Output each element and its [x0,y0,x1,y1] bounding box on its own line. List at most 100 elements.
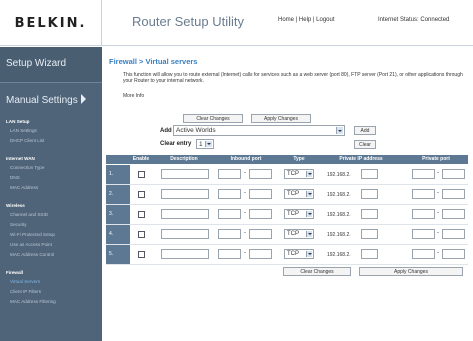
private-port-end-input[interactable] [442,249,465,259]
main-content: Firewall > Virtual servers This function… [103,47,473,341]
private-ip-prefix: 192.168.2. [327,252,351,258]
private-ip-input[interactable] [361,229,378,239]
more-info-link[interactable]: More Info [123,93,144,99]
row-number: 4. [106,225,130,244]
type-select[interactable]: TCP [284,209,314,219]
inbound-port-start-input[interactable] [218,189,241,199]
sidebar-item-wps[interactable]: Wi-Fi Protected Setup [0,230,102,240]
separator: - [437,210,439,216]
sidebar-item-mac-address-control[interactable]: MAC Address Control [0,250,102,260]
inbound-port-end-input[interactable] [249,189,272,199]
private-port-start-input[interactable] [412,249,435,259]
col-private-port: Private port [422,156,450,162]
col-description: Description [170,156,198,162]
private-port-end-input[interactable] [442,189,465,199]
chevron-down-icon [306,251,312,257]
manual-settings-link[interactable]: Manual Settings [0,84,102,116]
sidebar-item-security[interactable]: Security [0,220,102,230]
type-value: TCP [287,191,299,197]
home-link[interactable]: Home [278,17,294,23]
type-select[interactable]: TCP [284,249,314,259]
apply-changes-top-button[interactable]: Apply Changes [251,114,311,123]
sidebar: Setup Wizard Manual Settings LAN Setup L… [0,47,102,341]
inbound-port-end-input[interactable] [249,229,272,239]
chevron-down-icon [306,171,312,177]
description-input[interactable] [161,249,209,259]
description-input[interactable] [161,169,209,179]
enable-checkbox[interactable] [138,211,145,218]
table-row: 5. - TCP 192.168.2. - [106,245,468,265]
type-value: TCP [287,211,299,217]
enable-checkbox[interactable] [138,251,145,258]
private-ip-input[interactable] [361,169,378,179]
type-select[interactable]: TCP [284,229,314,239]
sidebar-item-lan-settings[interactable]: LAN Settings [0,126,102,136]
description-input[interactable] [161,209,209,219]
description-input[interactable] [161,229,209,239]
private-port-end-input[interactable] [442,169,465,179]
private-port-end-input[interactable] [442,229,465,239]
type-select[interactable]: TCP [284,169,314,179]
private-ip-input[interactable] [361,189,378,199]
private-port-start-input[interactable] [412,169,435,179]
private-ip-prefix: 192.168.2. [327,192,351,198]
clear-button[interactable]: Clear [354,140,376,149]
setup-wizard-link[interactable]: Setup Wizard [0,47,102,83]
row-number: 2. [106,185,130,204]
row-number: 5. [106,245,130,264]
apply-changes-bottom-button[interactable]: Apply Changes [359,267,463,276]
sidebar-item-connection-type[interactable]: Connection Type [0,163,102,173]
utility-title: Router Setup Utility [132,14,244,29]
header-links: Home | Help | Logout [278,17,335,23]
sidebar-item-mac-address-filtering[interactable]: MAC Address Filtering [0,297,102,307]
inbound-port-end-input[interactable] [249,249,272,259]
arrow-right-icon [80,94,86,104]
separator: - [437,190,439,196]
sidebar-item-access-point[interactable]: Use as Access Point [0,240,102,250]
logout-link[interactable]: Logout [316,17,334,23]
separator: - [244,190,246,196]
sidebar-item-channel-ssid[interactable]: Channel and SSID [0,210,102,220]
type-select[interactable]: TCP [284,189,314,199]
private-port-start-input[interactable] [412,229,435,239]
enable-checkbox[interactable] [138,231,145,238]
private-port-end-input[interactable] [442,209,465,219]
separator: - [244,250,246,256]
inbound-port-start-input[interactable] [218,249,241,259]
add-button[interactable]: Add [354,126,376,135]
sidebar-item-client-ip-filters[interactable]: Client IP Filters [0,287,102,297]
private-ip-prefix: 192.168.2. [327,172,351,178]
clear-changes-bottom-button[interactable]: Clear Changes [283,267,351,276]
sidebar-item-mac-address[interactable]: MAC Address [0,183,102,193]
add-label: Add [160,128,172,134]
private-ip-input[interactable] [361,249,378,259]
separator: - [244,230,246,236]
chevron-down-icon [205,141,212,147]
private-port-start-input[interactable] [412,209,435,219]
private-port-start-input[interactable] [412,189,435,199]
chevron-down-icon [336,127,343,134]
sidebar-item-dns[interactable]: DNS [0,173,102,183]
inbound-port-start-input[interactable] [218,169,241,179]
belkin-logo[interactable]: BELKIN. [0,0,102,46]
clear-entry-label: Clear entry [160,141,192,147]
inbound-port-end-input[interactable] [249,169,272,179]
description-input[interactable] [161,189,209,199]
private-ip-input[interactable] [361,209,378,219]
inbound-port-start-input[interactable] [218,209,241,219]
add-service-value: Active Worlds [176,127,216,134]
enable-checkbox[interactable] [138,171,145,178]
table-row: 4. - TCP 192.168.2. - [106,225,468,245]
table-header: Enable Description Inbound port Type Pri… [106,155,468,164]
clear-entry-select[interactable]: 1 [196,139,214,149]
help-link[interactable]: Help [299,17,311,23]
clear-changes-top-button[interactable]: Clear Changes [183,114,243,123]
sidebar-item-dhcp-client-list[interactable]: DHCP Client List [0,136,102,146]
sidebar-item-virtual-servers[interactable]: Virtual Servers [0,277,102,287]
enable-checkbox[interactable] [138,191,145,198]
page-description: This function will allow you to route ex… [123,72,463,84]
inbound-port-start-input[interactable] [218,229,241,239]
inbound-port-end-input[interactable] [249,209,272,219]
separator: - [437,250,439,256]
add-service-select[interactable]: Active Worlds [173,125,345,136]
